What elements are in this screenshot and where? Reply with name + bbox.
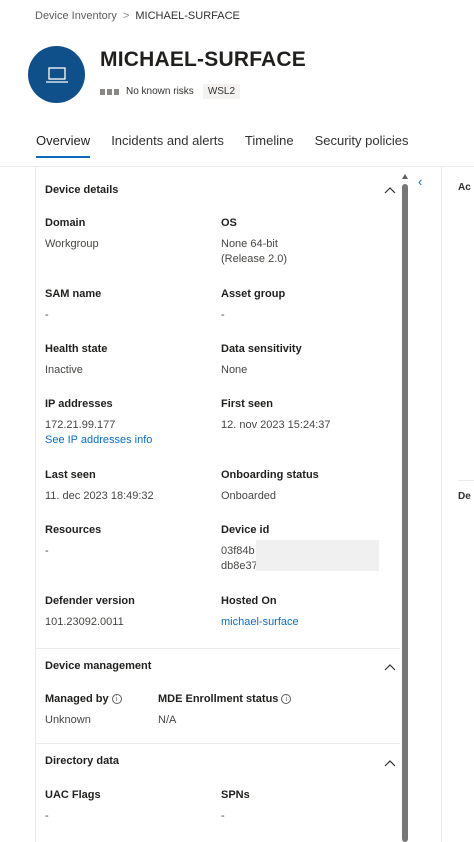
field-label: Hosted On xyxy=(221,595,277,607)
section-title-device-management: Device management xyxy=(45,660,152,672)
field-label: MDE Enrollment status i xyxy=(158,693,292,705)
field-first-seen: First seen 12. nov 2023 15:24:37 xyxy=(221,398,330,433)
see-ip-addresses-link[interactable]: See IP addresses info xyxy=(45,433,152,448)
field-value: - xyxy=(45,309,49,321)
field-label: Data sensitivity xyxy=(221,343,302,355)
scrollbar-thumb[interactable] xyxy=(402,184,408,842)
field-value: - xyxy=(45,810,49,822)
tab-bar: Overview Incidents and alerts Timeline S… xyxy=(36,133,430,158)
field-health-state: Health state Inactive xyxy=(45,343,107,378)
section-title-directory-data: Directory data xyxy=(45,755,119,767)
field-sam-name: SAM name - xyxy=(45,288,101,323)
field-label: Last seen xyxy=(45,469,96,481)
field-hosted-on: Hosted On michael-surface xyxy=(221,595,299,630)
field-label: Resources xyxy=(45,524,102,536)
field-label-text: Managed by xyxy=(45,693,109,705)
right-panel-divider xyxy=(441,167,442,842)
field-label: IP addresses xyxy=(45,398,113,410)
field-uac-flags: UAC Flags - xyxy=(45,789,101,824)
section-title-device-details: Device details xyxy=(45,184,119,196)
field-spns: SPNs - xyxy=(221,789,250,824)
field-value: - xyxy=(221,309,225,321)
field-value: 101.23092.0011 xyxy=(45,616,124,628)
field-value-line2: (Release 2.0) xyxy=(221,253,288,265)
page-title: MICHAEL-SURFACE xyxy=(100,48,306,71)
field-value: - xyxy=(45,545,49,557)
field-value: Inactive xyxy=(45,364,83,376)
breadcrumb: Device Inventory > MICHAEL-SURFACE xyxy=(35,10,240,22)
field-label: OS xyxy=(221,217,237,229)
field-value: None 64-bit xyxy=(221,238,278,250)
chevron-left-icon[interactable]: ‹ xyxy=(418,174,422,189)
field-defender-version: Defender version 101.23092.0011 xyxy=(45,595,135,630)
risk-level-icon xyxy=(100,88,119,95)
field-label: SPNs xyxy=(221,789,250,801)
field-os: OS None 64-bit (Release 2.0) xyxy=(221,217,287,267)
risk-text: No known risks xyxy=(126,86,194,97)
field-label-text: MDE Enrollment status xyxy=(158,693,279,705)
scroll-up-arrow-icon[interactable] xyxy=(402,174,408,179)
breadcrumb-current: MICHAEL-SURFACE xyxy=(135,10,240,22)
field-last-seen: Last seen 11. dec 2023 18:49:32 xyxy=(45,469,154,504)
field-label: First seen xyxy=(221,398,273,410)
field-label: Domain xyxy=(45,217,86,229)
field-data-sensitivity: Data sensitivity None xyxy=(221,343,302,378)
section-divider xyxy=(36,743,400,744)
device-avatar xyxy=(28,46,85,103)
tab-security-policies[interactable]: Security policies xyxy=(315,133,409,158)
laptop-icon xyxy=(45,66,68,83)
field-asset-group: Asset group - xyxy=(221,288,285,323)
field-label: Defender version xyxy=(45,595,135,607)
tab-timeline[interactable]: Timeline xyxy=(245,133,294,158)
section-divider xyxy=(36,648,400,649)
field-value: 11. dec 2023 18:49:32 xyxy=(45,490,154,502)
field-onboarding-status: Onboarding status Onboarded xyxy=(221,469,319,504)
field-ip-addresses: IP addresses 172.21.99.177 See IP addres… xyxy=(45,398,152,448)
field-label: Asset group xyxy=(221,288,286,300)
hosted-on-link[interactable]: michael-surface xyxy=(221,615,299,630)
field-value: Unknown xyxy=(45,714,91,726)
device-subinfo: No known risks WSL2 xyxy=(100,84,241,99)
chevron-up-icon[interactable] xyxy=(384,181,396,194)
field-managed-by: Managed by i Unknown xyxy=(45,693,122,728)
chevron-up-icon[interactable] xyxy=(384,754,396,767)
redaction-box xyxy=(256,540,379,571)
info-icon[interactable]: i xyxy=(281,694,292,704)
field-label: Device id xyxy=(221,524,270,536)
tab-incidents-and-alerts[interactable]: Incidents and alerts xyxy=(111,133,224,158)
field-label: Onboarding status xyxy=(221,469,319,481)
right-panel-label-bottom: De xyxy=(458,491,471,502)
field-label: Health state xyxy=(45,343,108,355)
field-value: Workgroup xyxy=(45,238,99,250)
info-icon[interactable]: i xyxy=(111,694,122,704)
field-label: Managed by i xyxy=(45,693,122,705)
field-domain: Domain Workgroup xyxy=(45,217,99,252)
breadcrumb-root-link[interactable]: Device Inventory xyxy=(35,10,117,22)
field-value: 12. nov 2023 15:24:37 xyxy=(221,419,331,431)
right-panel-divider-line xyxy=(458,480,474,481)
field-mde-enrollment-status: MDE Enrollment status i N/A xyxy=(158,693,292,728)
details-panel xyxy=(35,167,409,842)
breadcrumb-separator: > xyxy=(122,10,130,22)
field-resources: Resources - xyxy=(45,524,101,559)
field-value: 172.21.99.177 xyxy=(45,419,116,431)
right-panel-label-top: Ac xyxy=(458,182,471,193)
field-value: N/A xyxy=(158,714,177,726)
field-label: SAM name xyxy=(45,288,102,300)
field-value: Onboarded xyxy=(221,490,277,502)
field-value: - xyxy=(221,810,225,822)
tab-overview[interactable]: Overview xyxy=(36,133,91,158)
device-tag[interactable]: WSL2 xyxy=(202,84,241,99)
chevron-up-icon[interactable] xyxy=(384,658,396,671)
field-value: None xyxy=(221,364,248,376)
field-label: UAC Flags xyxy=(45,789,101,801)
